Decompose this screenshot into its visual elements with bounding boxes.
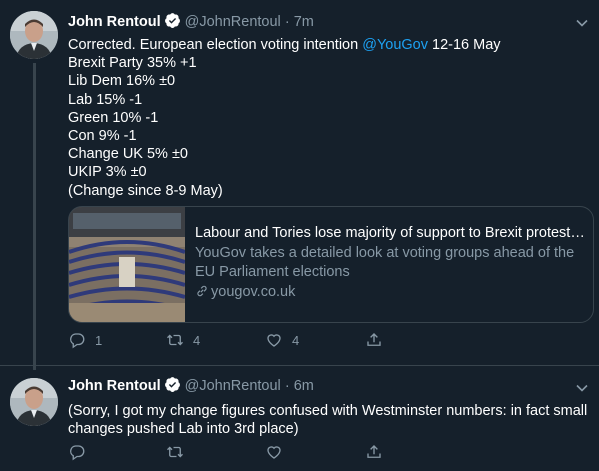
card-title: Labour and Tories lose majority of suppo… (195, 225, 585, 241)
tweet-text-line: Change UK 5% ±0 (68, 146, 189, 163)
reply-button[interactable]: 1 (68, 331, 102, 351)
chevron-down-icon[interactable] (575, 381, 589, 395)
card-image (69, 207, 186, 322)
like-button[interactable]: 4 (265, 331, 299, 351)
author-handle[interactable]: @JohnRentoul (185, 14, 281, 30)
retweet-count: 4 (193, 333, 201, 348)
tweet-text-prefix: Corrected. European election voting inte… (68, 37, 363, 53)
card-domain: yougov.co.uk (195, 283, 585, 303)
link-icon (197, 285, 207, 296)
avatar[interactable] (10, 378, 58, 426)
heart-icon (267, 446, 281, 459)
verified-badge-icon (164, 12, 181, 29)
card-domain-text: yougov.co.uk (211, 283, 296, 300)
separator-dot: · (284, 378, 290, 394)
retweet-icon (167, 334, 183, 346)
author-handle[interactable]: @JohnRentoul (185, 378, 281, 394)
tweet-text-line: UKIP 3% ±0 (68, 164, 147, 181)
like-button[interactable] (265, 443, 292, 463)
tweet[interactable]: John Rentoul @JohnRentoul · 7m Corrected.… (0, 0, 599, 370)
tweet-text-line: Green 10% -1 (68, 109, 159, 126)
tweet-text-line: changes pushed Lab into 3rd place) (68, 421, 299, 438)
separator-dot: · (284, 14, 290, 30)
share-icon (367, 445, 381, 458)
tweet-text-line: Brexit Party 35% +1 (68, 55, 197, 72)
reply-icon (70, 445, 85, 461)
mention-link[interactable]: @YouGov (362, 37, 428, 53)
reply-icon (70, 333, 85, 349)
link-card[interactable]: Labour and Tories lose majority of suppo… (68, 206, 594, 323)
tweet-actions: 1 4 4 (68, 331, 398, 351)
verified-badge-icon (164, 376, 181, 393)
like-count: 4 (292, 333, 300, 348)
card-description: YouGov takes a detailed look at voting g… (195, 244, 575, 281)
tweet-text-line: (Sorry, I got my change figures confused… (68, 403, 588, 419)
tweet-text-suffix: 12-16 May (428, 37, 501, 53)
tweet-header: John Rentoul @JohnRentoul · 7m (68, 12, 314, 32)
share-button[interactable] (365, 331, 383, 351)
tweet-actions (68, 443, 398, 463)
tweet-text: (Sorry, I got my change figures confused… (68, 402, 588, 438)
tweet-text: Corrected. European election voting inte… (68, 36, 588, 200)
tweet-text-line: Con 9% -1 (68, 128, 137, 145)
heart-icon (267, 334, 281, 347)
tweet[interactable]: John Rentoul @JohnRentoul · 6m (Sorry, I … (0, 366, 599, 471)
retweet-icon (167, 446, 183, 458)
reply-count: 1 (95, 333, 103, 348)
reply-button[interactable] (68, 443, 95, 463)
tweet-text-line: Lab 15% -1 (68, 91, 143, 108)
timestamp[interactable]: 6m (294, 378, 314, 394)
avatar[interactable] (10, 11, 58, 59)
thread-line (33, 63, 36, 370)
retweet-button[interactable]: 4 (166, 331, 200, 351)
timestamp[interactable]: 7m (294, 14, 314, 30)
tweet-header: John Rentoul @JohnRentoul · 6m (68, 376, 314, 396)
author-name[interactable]: John Rentoul (68, 378, 161, 394)
chevron-down-icon[interactable] (575, 16, 589, 30)
tweet-text-line: Corrected. European election voting inte… (68, 36, 588, 54)
tweet-text-line: Lib Dem 16% ±0 (68, 73, 176, 90)
tweet-text-line: (Change since 8-9 May) (68, 182, 223, 199)
card-text: Labour and Tories lose majority of suppo… (195, 224, 585, 302)
share-icon (367, 333, 381, 346)
share-button[interactable] (365, 443, 383, 463)
author-name[interactable]: John Rentoul (68, 14, 161, 30)
retweet-button[interactable] (166, 443, 193, 463)
